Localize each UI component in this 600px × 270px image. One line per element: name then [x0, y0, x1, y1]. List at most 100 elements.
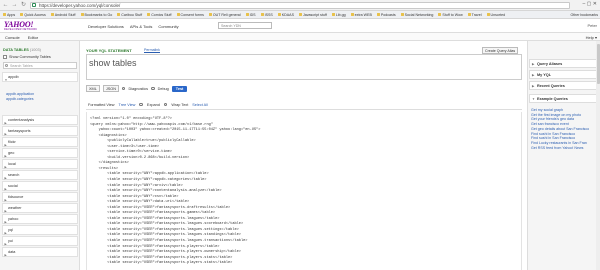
xml-line: yahoo:count="1003" yahoo:created="2015-1…: [90, 128, 261, 133]
table-link[interactable]: appdb.categories: [6, 97, 34, 102]
top-nav-item[interactable]: APIs & Tools: [130, 24, 153, 29]
select-all-link[interactable]: Select All: [192, 103, 208, 107]
checkbox-icon[interactable]: [3, 55, 7, 59]
permalink-link[interactable]: Permalink: [144, 48, 160, 52]
bookmark-label: Caribou Stuff: [121, 12, 143, 17]
diagnostics-radio[interactable]: [121, 86, 126, 91]
back-icon[interactable]: ←: [2, 2, 9, 9]
bookmark-item[interactable]: Stuff to Wow: [438, 13, 463, 17]
folder-icon: [438, 13, 442, 16]
xml-format-button[interactable]: XML: [86, 85, 100, 92]
category-geo[interactable]: ▶ geo: [2, 148, 78, 158]
bookmark-label: Comics Stuff: [151, 12, 172, 17]
folder-icon: [50, 13, 54, 16]
test-button[interactable]: Test: [171, 85, 188, 92]
bookmark-item[interactable]: Podcasts: [376, 12, 396, 17]
chevron-right-icon: ▶: [4, 253, 7, 257]
bookmark-item[interactable]: Javascript stuff: [298, 13, 327, 17]
bookmark-item[interactable]: Android Stuff: [50, 13, 76, 17]
wrap-text-label: Wrap Text: [171, 102, 189, 107]
category-tidsource[interactable]: ▶ tidsource: [2, 192, 78, 202]
category-label: local: [8, 162, 16, 166]
tab-formatted-view[interactable]: Formatted View: [88, 103, 115, 107]
bookmark-item[interactable]: Apps: [3, 13, 15, 17]
folder-icon: [147, 13, 151, 16]
bookmark-item[interactable]: ISSS: [260, 12, 273, 17]
window-controls[interactable]: – ▢ ✕: [583, 1, 597, 7]
bookmark-item[interactable]: Social Networking: [400, 12, 434, 17]
top-nav-item[interactable]: Developer Solutions: [88, 24, 124, 29]
category-label: flickr: [8, 140, 16, 144]
bookmarks-bar: Apps Quick Access Android Stuff Bookmarks t…: [0, 11, 600, 19]
chevron-right-icon: ▶: [532, 73, 535, 77]
category-yql[interactable]: ▶ yql: [2, 225, 78, 235]
bookmark-label: ISSS: [264, 12, 273, 17]
example-queries-list: Get my social graph Get the first image o…: [531, 108, 589, 150]
bookmark-item[interactable]: Quick Access: [20, 13, 46, 17]
category-social[interactable]: ▶ social: [2, 181, 78, 191]
json-format-button[interactable]: JSON: [102, 85, 119, 92]
user-menu[interactable]: Peter: [587, 23, 597, 28]
section-recent-queries[interactable]: ▶ Recent Queries: [529, 81, 598, 90]
address-bar[interactable]: https://developer.yahoo.com/yql/console/: [30, 2, 570, 9]
reload-icon[interactable]: ↻: [20, 2, 27, 9]
bookmark-item[interactable]: OUT Reli general: [208, 13, 241, 17]
category-label: geo: [8, 151, 15, 155]
query-text[interactable]: show tables: [89, 58, 137, 68]
category-yui[interactable]: ▶ yui: [2, 236, 78, 246]
bookmark-item[interactable]: Comics Stuff: [147, 12, 172, 17]
bookmark-item[interactable]: IDS: [245, 13, 256, 17]
bookmark-item[interactable]: Caribou Stuff: [117, 13, 142, 17]
bookmark-item[interactable]: Travel: [467, 13, 482, 17]
tab-tree-view[interactable]: Tree View: [119, 103, 136, 107]
sub-navigation: Console Editor: [5, 35, 38, 40]
example-query-link[interactable]: Get geo details about San Francisco: [531, 127, 589, 132]
category-yahoo[interactable]: ▶ yahoo: [2, 214, 78, 224]
bookmark-item[interactable]: Consent forms: [176, 13, 204, 17]
top-navigation: Developer Solutions APIs & Tools Community: [88, 24, 179, 29]
bookmark-item[interactable]: Bookmarks to Go: [80, 13, 112, 17]
top-nav-item[interactable]: Community: [158, 24, 178, 29]
site-search-input[interactable]: Search YDN: [218, 22, 272, 29]
category-appdb[interactable]: ▼ appdb: [2, 72, 78, 82]
section-example-queries[interactable]: ▼ Example Queries: [529, 94, 598, 103]
table-search-input[interactable]: Search Tables: [3, 62, 77, 69]
tab-editor[interactable]: Editor: [28, 35, 38, 40]
category-fantasysports[interactable]: ▶ fantasysports: [2, 126, 78, 136]
create-query-alias-button[interactable]: Create Query Alias: [482, 47, 519, 54]
bookmark-item[interactable]: Unsorted: [486, 13, 505, 17]
category-flickr[interactable]: ▶ flickr: [2, 137, 78, 147]
folder-icon: [260, 13, 264, 16]
section-query-aliases[interactable]: ▶ Query Aliases: [529, 59, 598, 68]
data-tables-title: DATA TABLES (1003): [3, 48, 41, 52]
tab-console[interactable]: Console: [5, 35, 20, 40]
help-menu[interactable]: Help ▾: [586, 35, 597, 40]
category-data[interactable]: ▶ data: [2, 247, 78, 257]
folder-icon: [3, 13, 6, 16]
category-contentanalysis[interactable]: ▶ contentanalysis: [2, 115, 78, 125]
example-query-link[interactable]: Find Lucky restaurants in San Fran: [531, 141, 589, 146]
section-my-yql[interactable]: ▶ My YQL: [529, 70, 598, 79]
bookmark-item[interactable]: extra WEB: [350, 13, 372, 17]
wrap-text-checkbox[interactable]: [163, 102, 168, 107]
debug-radio[interactable]: [151, 86, 155, 91]
logo-subtitle: DEVELOPER NETWORK: [4, 28, 38, 31]
appdb-children: appdb.application appdb.categories: [6, 92, 34, 102]
show-community-label: Show Community Tables: [9, 55, 51, 59]
other-bookmarks[interactable]: Other bookmarks: [570, 13, 598, 17]
example-query-link[interactable]: Get RSS feed from Yahoo! News: [531, 146, 589, 151]
folder-icon: [331, 13, 335, 16]
bookmark-item[interactable]: Lib.gg: [331, 13, 346, 17]
forward-icon[interactable]: →: [11, 2, 18, 9]
category-weather[interactable]: ▶ weather: [2, 203, 78, 213]
bookmark-label: Social Networking: [404, 12, 434, 17]
expand-checkbox[interactable]: [139, 102, 143, 107]
folder-icon: [277, 13, 281, 16]
query-editor[interactable]: [86, 54, 522, 80]
scrollbar-thumb[interactable]: [596, 44, 600, 84]
category-search[interactable]: ▶ search: [2, 170, 78, 180]
show-community-toggle[interactable]: Show Community Tables: [3, 55, 51, 59]
bookmark-item[interactable]: KDAAS: [277, 13, 294, 17]
bookmark-label: Podcasts: [380, 12, 396, 17]
category-local[interactable]: ▶ local: [2, 159, 78, 169]
